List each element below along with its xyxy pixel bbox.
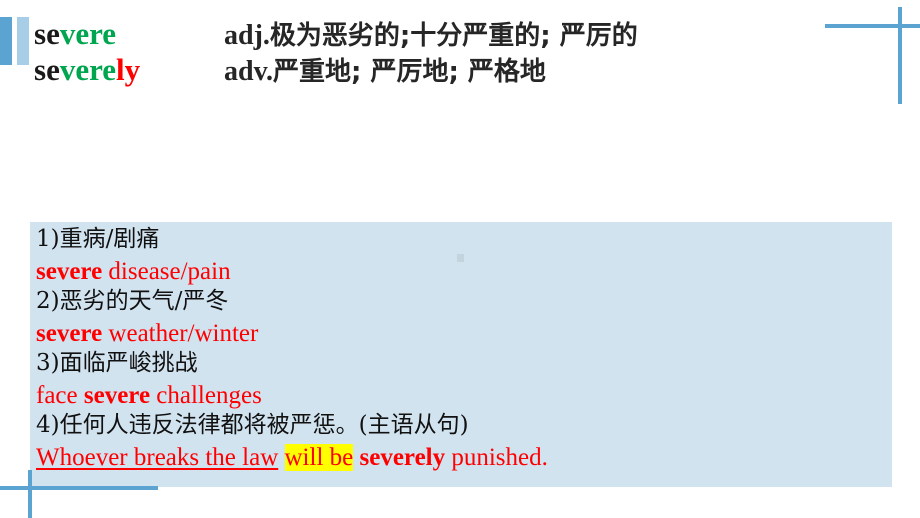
keyword-severe: severe (36, 320, 103, 347)
headword-stem-2: se (34, 52, 60, 88)
example-text: punished. (445, 444, 548, 471)
list-item: 2)恶劣的天气/严冬 (36, 288, 229, 314)
headword-stem: se (34, 16, 60, 51)
keyword-severe: severe (83, 382, 151, 409)
panel-artifact-square (457, 254, 464, 262)
headword-severely: severely (34, 52, 224, 88)
list-item: severe weather/winter (36, 321, 892, 352)
example-text: challenges (150, 382, 262, 409)
headword-suffix-green: vere (59, 16, 117, 51)
subject-clause-underlined: Whoever breaks the law (36, 444, 279, 471)
decoration-cross-top-right-vertical (898, 7, 902, 104)
decoration-cross-bottom-left-vertical (28, 470, 32, 518)
list-item: severe disease/pain (36, 259, 892, 290)
keyword-severely: severely (359, 444, 446, 471)
heading-row-adjective: severe adj.极为恶劣的;十分严重的; 严厉的 (34, 16, 834, 52)
highlighted-phrase: will be (284, 444, 354, 471)
accent-bar-light (17, 17, 29, 65)
part-of-speech-adverb: adv.严重地; 严厉地; 严格地 (224, 56, 546, 88)
keyword-severe: severe (36, 258, 103, 285)
headword-severe: severe (34, 16, 224, 52)
definition-adv: 严重地; 严厉地; 严格地 (273, 57, 546, 88)
definition-adj: 极为恶劣的;十分严重的; 严厉的 (269, 21, 638, 51)
decoration-cross-bottom-left-horizontal (0, 486, 158, 490)
list-item: 1)重病/剧痛 (36, 226, 160, 252)
pos-abbrev-adv: adv. (224, 56, 274, 88)
pos-abbrev-adj: adj. (224, 20, 270, 51)
list-item: 4)任何人违反法律都将被严惩。(主语从句) (36, 412, 469, 438)
list-item: 3)面临严峻挑战 (36, 350, 198, 376)
list-item: Whoever breaks the law will be severely … (36, 444, 892, 476)
heading-accent-bars (0, 17, 30, 65)
heading-row-adverb: severely adv.严重地; 严厉地; 严格地 (34, 52, 834, 88)
example-text: weather/winter (102, 320, 259, 347)
space-1 (278, 444, 284, 471)
list-item: face severe challenges (36, 383, 892, 414)
part-of-speech-adjective: adj.极为恶劣的;十分严重的; 严厉的 (224, 20, 638, 52)
examples-list: 1)重病/剧痛 severe disease/pain 2)恶劣的天气/严冬 s… (36, 228, 892, 476)
page-title: severe adj.极为恶劣的;十分严重的; 严厉的 severely adv… (34, 16, 834, 89)
example-text: disease/pain (102, 258, 231, 285)
headword-suffix-red: ly (116, 52, 141, 88)
accent-bar-dark (0, 17, 12, 65)
example-text-prefix: face (36, 382, 84, 409)
headword-suffix-green-2: vere (59, 52, 117, 88)
decoration-cross-top-right-horizontal (825, 24, 920, 28)
